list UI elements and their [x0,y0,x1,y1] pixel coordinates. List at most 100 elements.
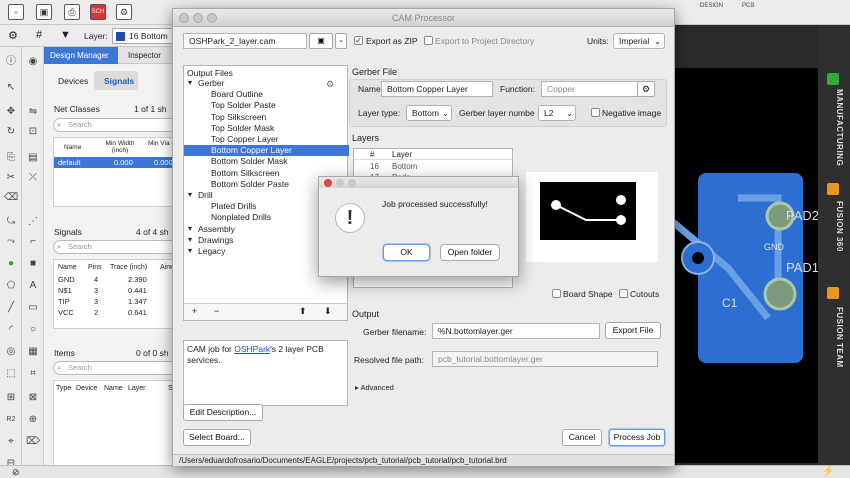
zoom-window-icon[interactable] [207,13,217,23]
fusion360-tab[interactable]: FUSION 360 [824,201,844,252]
hole-icon[interactable]: ◎ [4,345,18,359]
move-up-icon[interactable]: ⬆ [299,306,307,317]
save-job-icon[interactable]: ▣ [309,33,333,49]
group-icon[interactable]: ⬚ [4,367,18,381]
print-icon[interactable]: ⎙ [64,4,80,20]
grid-icon[interactable]: # [36,29,42,41]
tree-item[interactable]: Top Copper Layer [184,134,349,145]
tree-item[interactable]: Board Outline [184,89,349,100]
tree-item[interactable]: Top Solder Paste [184,100,349,111]
show-icon[interactable]: ⌗ [26,367,40,381]
rect-icon[interactable]: ▭ [26,301,40,315]
mirror-icon[interactable]: ⇋ [26,105,40,119]
pad-icon[interactable]: ■ [26,257,40,271]
tab-design-manager[interactable]: Design Manager [44,47,118,64]
manufacturing-icon[interactable] [827,73,839,85]
job-dropdown-icon[interactable]: ⌄ [335,33,347,49]
layer-type-select[interactable]: Bottom ⌄ [406,105,452,121]
col-type[interactable]: Type [56,383,71,394]
table-row[interactable]: N$1 3 0.441 [54,285,182,296]
lightning-icon[interactable]: ⚡ [822,466,834,477]
value-icon[interactable]: ⊕ [26,413,40,427]
tree-item[interactable]: Bottom Copper Layer [184,145,349,157]
rotate-icon[interactable]: ↻ [4,125,18,139]
label-icon[interactable]: ⌦ [26,435,40,449]
split-icon[interactable]: ⤫ [26,171,40,185]
r2-icon[interactable]: R2 [4,413,18,427]
minimize-window-icon[interactable] [193,13,203,23]
col-name[interactable]: Name [58,262,77,273]
schematic-icon[interactable]: SCH [90,4,106,20]
select-board-button[interactable]: Select Board... [183,429,251,446]
fusion-team-tab[interactable]: FUSION TEAM [824,307,844,368]
col-name[interactable]: Name [104,383,123,394]
units-select[interactable]: Imperial ⌄ [613,33,665,49]
col-min-width[interactable]: Min Width (inch) [100,140,140,154]
description-box[interactable]: CAM job for OSHPark's 2 layer PCB servic… [183,340,348,406]
eye-icon[interactable]: ◉ [26,55,40,69]
arc-icon[interactable]: ◜ [4,323,18,337]
ripup-icon[interactable]: ⤳ [4,235,18,249]
tree-item[interactable]: Bottom Solder Mask [184,156,349,167]
filter-icon[interactable]: ▼ [60,29,71,41]
manufacturing-tab[interactable]: MANUFACTURING [824,89,844,166]
align-icon[interactable]: ⊡ [26,125,40,139]
close-window-icon[interactable] [324,179,332,187]
signals-search[interactable]: ⌕ Search [53,240,181,254]
cancel-button[interactable]: Cancel [562,429,602,446]
fusion-team-icon[interactable] [827,287,839,299]
stop-icon[interactable]: ⊘ [12,467,20,478]
delete-icon[interactable]: ⌫ [4,191,18,205]
pointer-icon[interactable]: ↖ [4,81,18,95]
process-job-button[interactable]: Process Job [609,429,665,446]
col-layer[interactable]: Layer [128,383,146,394]
table-row[interactable]: GND 4 2.390 [54,274,182,285]
function-field[interactable]: Copper [541,81,639,97]
cam-icon[interactable]: ⚙ [116,4,132,20]
export-project-checkbox[interactable] [424,36,433,45]
cutouts-checkbox[interactable] [619,289,628,298]
export-file-button[interactable]: Export File [605,322,661,339]
new-file-icon[interactable]: ▫ [8,4,24,20]
gerber-filename-field[interactable]: %N.bottomlayer.ger [432,323,600,339]
frame-icon[interactable]: ▦ [26,345,40,359]
job-file-field[interactable]: OSHPark_2_layer.cam [183,33,307,49]
negative-image-checkbox[interactable] [591,108,600,117]
function-settings-icon[interactable]: ⚙ [637,81,655,97]
info-icon[interactable]: ⓘ [4,55,18,69]
col-trace[interactable]: Trace (inch) [110,262,147,273]
fusion360-icon[interactable] [827,183,839,195]
col-device[interactable]: Device [76,383,97,394]
tree-item[interactable]: Top Solder Mask [184,123,349,134]
table-row[interactable]: 16 Bottom [354,161,512,172]
slice-icon[interactable]: ⋰ [26,215,40,229]
cut-icon[interactable]: ✂ [4,171,18,185]
tab-inspector[interactable]: Inspector [122,47,167,64]
move-icon[interactable]: ✥ [4,105,18,119]
tag-icon[interactable]: ⌖ [4,435,18,449]
tree-item[interactable]: Gerber [184,78,349,89]
text-icon[interactable]: A [26,279,40,293]
miter-icon[interactable]: ⌐ [26,235,40,249]
via-icon[interactable]: ● [4,257,18,271]
measure-icon[interactable]: ⊠ [26,391,40,405]
polygon-icon[interactable]: ⬠ [4,279,18,293]
route-icon[interactable]: ⤿ [4,215,18,229]
minimize-window-icon[interactable] [336,179,344,187]
board-canvas[interactable]: PAD2 PAD1 GND C1 [665,68,819,463]
subtab-signals[interactable]: Signals [94,71,138,90]
gerber-layer-select[interactable]: L2 ⌄ [538,105,576,121]
move-down-icon[interactable]: ⬇ [324,306,332,317]
settings-icon[interactable]: ⚙ [8,29,18,42]
layer-select[interactable]: 16 Bottom [112,28,178,44]
open-folder-button[interactable]: Open folder [440,244,500,261]
paste-icon[interactable]: ▤ [26,151,40,165]
zoom-window-icon[interactable] [348,179,356,187]
remove-icon[interactable]: − [214,306,219,316]
save-icon[interactable]: ▣ [36,4,52,20]
edit-description-button[interactable]: Edit Description... [183,404,263,421]
items-search[interactable]: ⌕ Search [53,361,181,375]
oshpark-link[interactable]: OSHPark [234,344,270,354]
export-zip-checkbox[interactable]: ✓ [354,36,363,45]
line-icon[interactable]: ╱ [4,301,18,315]
